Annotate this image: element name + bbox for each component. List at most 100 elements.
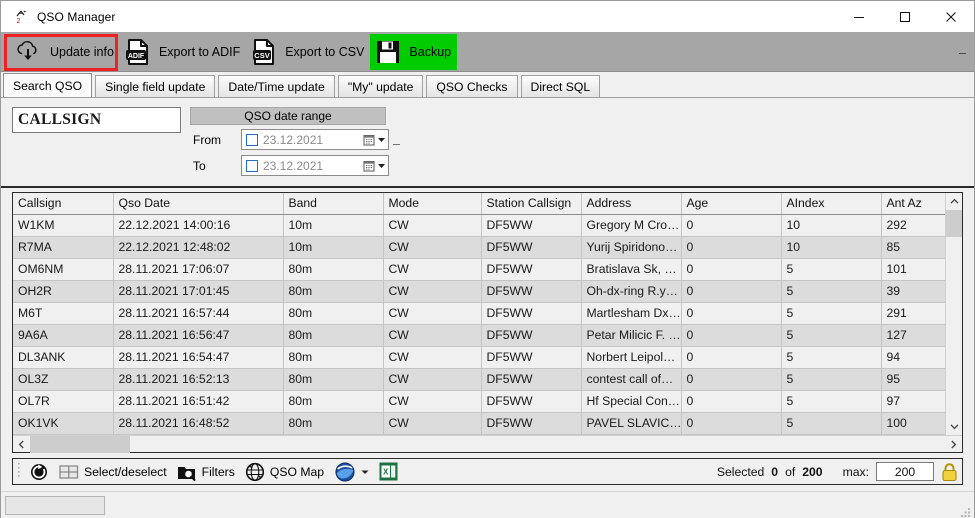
tab-date-time-update[interactable]: Date/Time update: [218, 75, 335, 97]
col-header-ant-az[interactable]: Ant Az: [881, 193, 945, 215]
tab-my-update[interactable]: "My" update: [337, 75, 424, 97]
cell-band: 80m: [283, 302, 384, 325]
table-row[interactable]: 9A6A 28.11.2021 16:56:47 80m CW DF5WW Pe…: [13, 324, 945, 347]
col-header-qso-date[interactable]: Qso Date: [113, 193, 284, 215]
col-header-mode[interactable]: Mode: [383, 193, 482, 215]
svg-text:2: 2: [17, 18, 21, 25]
cell-station-callsign: DF5WW: [481, 214, 582, 237]
cell-band: 10m: [283, 236, 384, 259]
max-label: max:: [842, 464, 869, 479]
cell-qso-date: 28.11.2021 16:57:44: [113, 302, 284, 325]
tab-single-field-update[interactable]: Single field update: [95, 75, 216, 97]
qso-grid: Callsign Qso Date Band Mode Station Call…: [12, 192, 963, 453]
table-row[interactable]: R7MA 22.12.2021 12:48:02 10m CW DF5WW Yu…: [13, 236, 945, 259]
maximize-button[interactable]: [882, 1, 928, 32]
cell-age: 0: [681, 368, 782, 391]
qso-table-body: W1KM 22.12.2021 14:00:16 10m CW DF5WW Gr…: [13, 214, 945, 435]
cell-band: 10m: [283, 214, 384, 237]
bottom-toolbar: Select/deselect Filters QSO Map X Select…: [12, 458, 963, 485]
table-row[interactable]: OK1VK 28.11.2021 16:48:52 80m CW DF5WW P…: [13, 412, 945, 435]
horizontal-scroll-track[interactable]: [30, 435, 945, 453]
table-row[interactable]: W1KM 22.12.2021 14:00:16 10m CW DF5WW Gr…: [13, 214, 945, 237]
table-row[interactable]: OL3Z 28.11.2021 16:52:13 80m CW DF5WW co…: [13, 368, 945, 391]
date-to-dropdown[interactable]: [363, 160, 386, 172]
table-row[interactable]: M6T 28.11.2021 16:57:44 80m CW DF5WW Mar…: [13, 302, 945, 325]
table-row[interactable]: OH2R 28.11.2021 17:01:45 80m CW DF5WW Oh…: [13, 280, 945, 303]
qso-map-button[interactable]: QSO Map: [240, 459, 329, 484]
cell-callsign: R7MA: [13, 236, 114, 259]
table-row[interactable]: DL3ANK 28.11.2021 16:54:47 80m CW DF5WW …: [13, 346, 945, 369]
toolbar-drag-grip[interactable]: [16, 462, 24, 481]
csv-file-icon: CSV: [250, 37, 278, 67]
cell-address: contest call of…: [581, 368, 682, 391]
excel-export-button[interactable]: X: [374, 459, 403, 484]
select-deselect-button[interactable]: Select/deselect: [54, 459, 172, 484]
cell-station-callsign: DF5WW: [481, 368, 582, 391]
cell-address: Gregory M Cro…: [581, 214, 682, 237]
filters-button[interactable]: Filters: [172, 459, 240, 484]
col-header-band[interactable]: Band: [283, 193, 384, 215]
date-from-dropdown[interactable]: [363, 134, 386, 146]
export-to-csv-button[interactable]: CSV Export to CSV: [246, 34, 370, 70]
export-to-adif-button[interactable]: ADIF Export to ADIF: [120, 34, 246, 70]
cell-band: 80m: [283, 346, 384, 369]
filter-folder-icon: [177, 463, 197, 481]
minimize-button[interactable]: [836, 1, 882, 32]
tab-label: "My" update: [347, 79, 414, 94]
scroll-left-button[interactable]: [13, 436, 30, 453]
cell-address: Bratislava Sk, …: [581, 258, 682, 281]
tab-label: Date/Time update: [228, 79, 325, 94]
refresh-button[interactable]: [24, 459, 54, 484]
col-header-station-callsign[interactable]: Station Callsign: [481, 193, 582, 215]
chevron-down-icon: [950, 424, 958, 430]
horizontal-scrollbar[interactable]: [13, 435, 962, 453]
scroll-right-button[interactable]: [945, 436, 962, 453]
backup-button[interactable]: Backup: [370, 33, 458, 70]
cell-address: Norbert Leipol…: [581, 346, 682, 369]
chevron-down-icon[interactable]: [361, 468, 369, 476]
cell-aindex: 5: [781, 412, 882, 435]
vertical-scrollbar[interactable]: [945, 193, 962, 435]
lock-icon[interactable]: [941, 462, 958, 482]
tab-label: Single field update: [105, 79, 206, 94]
cell-age: 0: [681, 324, 782, 347]
cell-age: 0: [681, 412, 782, 435]
callsign-input[interactable]: CALLSIGN: [12, 107, 181, 133]
col-header-address[interactable]: Address: [581, 193, 682, 215]
google-earth-button[interactable]: [329, 459, 374, 484]
col-header-aindex[interactable]: AIndex: [781, 193, 882, 215]
cloud-download-icon: [13, 37, 43, 67]
vertical-scroll-thumb[interactable]: [946, 210, 962, 237]
date-from-checkbox[interactable]: [246, 133, 258, 146]
scroll-up-button[interactable]: [946, 193, 962, 210]
date-to-checkbox[interactable]: [246, 159, 258, 172]
close-button[interactable]: [928, 1, 974, 32]
tab-qso-checks[interactable]: QSO Checks: [426, 75, 518, 97]
cell-ant-az: 39: [881, 280, 945, 303]
horizontal-scroll-thumb[interactable]: [30, 435, 130, 453]
tab-search-qso[interactable]: Search QSO: [3, 73, 93, 97]
resize-grip-icon[interactable]: [960, 505, 971, 517]
cell-callsign: OH2R: [13, 280, 114, 303]
col-header-callsign[interactable]: Callsign: [13, 193, 114, 215]
filters-label: Filters: [201, 464, 235, 479]
date-to-field[interactable]: 23.12.2021: [241, 155, 389, 176]
cell-callsign: DL3ANK: [13, 346, 114, 369]
max-input[interactable]: 200: [876, 462, 934, 481]
col-header-age[interactable]: Age: [681, 193, 782, 215]
cell-qso-date: 22.12.2021 14:00:16: [113, 214, 284, 237]
date-from-field[interactable]: 23.12.2021: [241, 129, 389, 150]
cell-address: PAVEL SLAVIC…: [581, 412, 682, 435]
tab-direct-sql[interactable]: Direct SQL: [520, 75, 601, 97]
cell-callsign: M6T: [13, 302, 114, 325]
table-row[interactable]: OL7R 28.11.2021 16:51:42 80m CW DF5WW Hf…: [13, 390, 945, 413]
table-row[interactable]: OM6NM 28.11.2021 17:06:07 80m CW DF5WW B…: [13, 258, 945, 281]
tab-label: QSO Checks: [436, 79, 508, 94]
vertical-scroll-track[interactable]: [946, 210, 962, 418]
selected-count: 0: [771, 464, 779, 479]
update-info-button[interactable]: Update info: [9, 33, 120, 70]
cell-callsign: OL7R: [13, 390, 114, 413]
adif-file-icon: ADIF: [124, 37, 152, 67]
cell-aindex: 10: [781, 214, 882, 237]
scroll-down-button[interactable]: [946, 418, 962, 435]
